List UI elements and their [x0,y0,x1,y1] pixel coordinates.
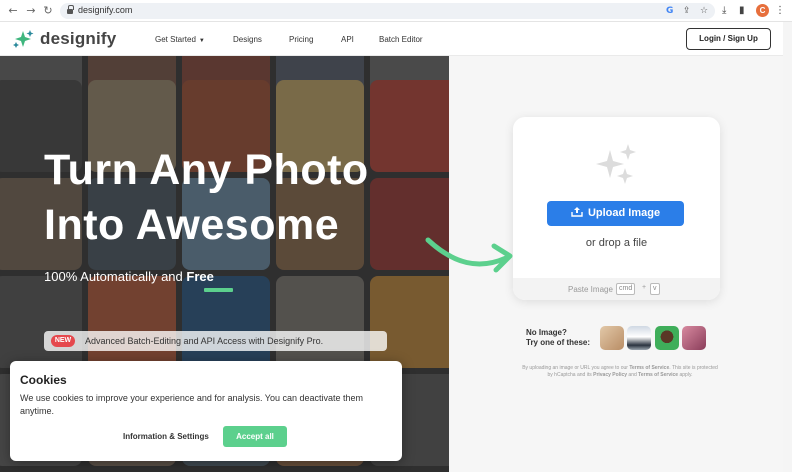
disclaimer-and: and [628,372,637,378]
nav-get-started-label: Get Started [155,35,196,44]
reload-icon[interactable]: ↻ [41,3,55,19]
no-image-line1: No Image? [526,328,567,337]
hero-subtitle-free: Free [186,269,214,284]
login-signup-button[interactable]: Login / Sign Up [686,28,771,50]
page-scrollbar[interactable] [783,22,792,472]
nav-pricing[interactable]: Pricing [289,35,313,44]
accept-all-button[interactable]: Accept all [223,426,287,447]
sample-image-person[interactable] [655,326,679,350]
disclaimer-prefix: By uploading an image or URL you agree t… [522,365,628,371]
hero-title-line2: Into Awesome [44,201,340,249]
paste-image-strip: Paste Image cmd + v [513,278,720,300]
upload-icon [571,207,583,217]
free-underline [204,288,233,292]
nav-batch-editor[interactable]: Batch Editor [379,35,423,44]
site-header: designify Get Started ▼ Designs Pricing A… [0,22,783,56]
hero-title-line1: Turn Any Photo [44,146,369,194]
lock-icon[interactable] [67,5,74,15]
drop-file-text: or drop a file [585,237,648,249]
new-badge: NEW [51,335,75,347]
terms-disclaimer: By uploading an image or URL you agree t… [520,365,720,379]
curved-arrow-icon [425,237,513,273]
cookie-banner: Cookies We use cookies to improve your e… [10,361,402,461]
kbd-v: v [650,283,660,295]
nav-get-started[interactable]: Get Started ▼ [155,35,205,44]
sample-image-product[interactable] [600,326,624,350]
sample-image-portrait[interactable] [682,326,706,350]
profile-avatar[interactable]: C [756,4,769,17]
pro-announcement-bar[interactable]: NEW Advanced Batch-Editing and API Acces… [44,331,387,351]
hero-subtitle-prefix: 100% Automatically and [44,269,183,284]
share-icon[interactable]: ⇪ [683,5,691,17]
information-settings-button[interactable]: Information & Settings [123,432,209,441]
nav-designs[interactable]: Designs [233,35,262,44]
kbd-plus: + [642,284,647,291]
privacy-link[interactable]: Privacy Policy [593,372,627,378]
terms-link[interactable]: Terms of Service [629,365,669,371]
nav-api[interactable]: API [341,35,354,44]
caret-down-icon: ▼ [198,38,205,44]
kbd-cmd: cmd [616,283,636,295]
url-text[interactable]: designify.com [78,5,132,15]
sidepanel-icon[interactable]: ▮ [739,3,745,19]
upload-image-button[interactable]: Upload Image [547,201,684,226]
forward-arrow-icon[interactable]: → [24,3,38,19]
sparkle-icon [596,144,636,184]
browser-toolbar: ← → ↻ designify.com G ⇪ ☆ ⤓ ▮ C ⋮ [0,0,792,22]
download-icon[interactable]: ⤓ [722,3,726,19]
upload-image-label: Upload Image [587,207,661,219]
sparkle-logo-icon[interactable] [12,29,34,49]
hero-subtitle: 100% Automatically and Free [44,269,214,284]
terms-link-2[interactable]: Terms of Service [638,372,678,378]
pro-announcement-text: Advanced Batch-Editing and API Access wi… [85,336,324,346]
back-arrow-icon[interactable]: ← [6,3,20,19]
star-icon[interactable]: ☆ [700,5,708,17]
disclaimer-suffix: apply. [679,372,693,378]
logo-text[interactable]: designify [40,29,116,49]
sample-image-car[interactable] [627,326,651,350]
cookie-text: We use cookies to improve your experienc… [20,393,364,416]
cookie-title: Cookies [20,373,67,387]
address-bar[interactable]: designify.com G ⇪ ☆ [60,3,715,19]
menu-dots-icon[interactable]: ⋮ [775,3,785,19]
no-image-line2: Try one of these: [526,338,591,347]
paste-image-label: Paste Image [568,285,613,294]
sample-images-prompt: No Image? Try one of these: [526,328,590,348]
google-icon[interactable]: G [666,5,673,17]
upload-card[interactable]: Upload Image or drop a file Paste Image … [513,117,720,300]
